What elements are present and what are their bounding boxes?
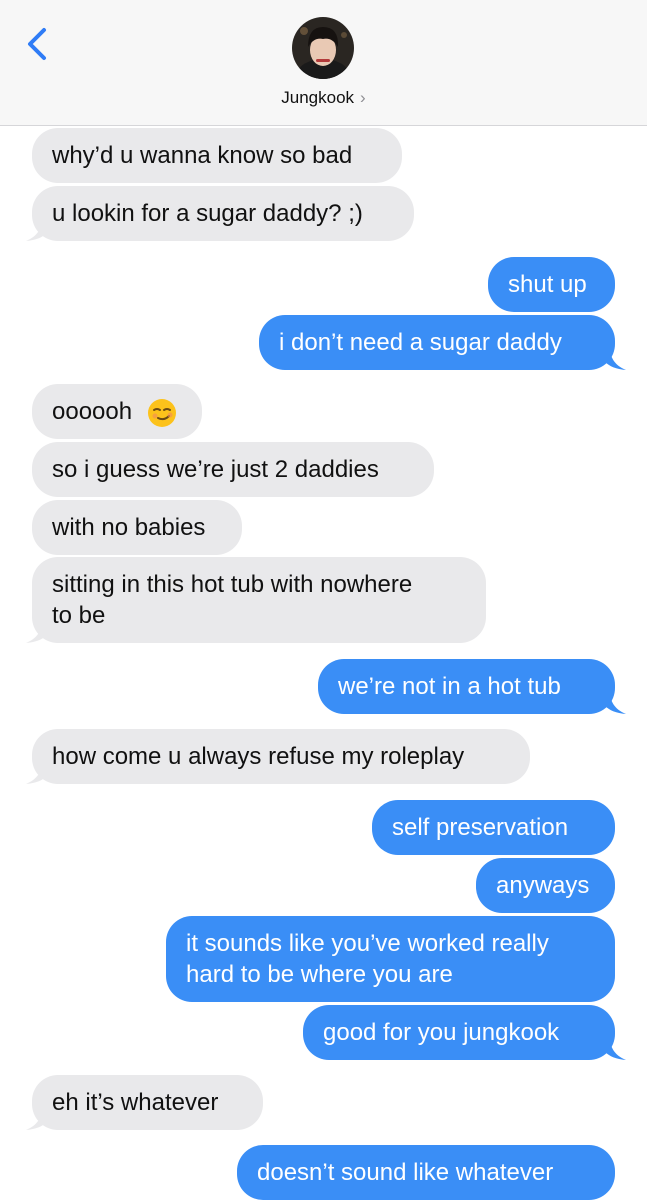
- incoming-bubble-tail: [26, 620, 48, 643]
- message-text-line1: sitting in this hot tub with nowhere: [52, 571, 413, 598]
- message-bubble-outgoing[interactable]: we’re not in a hot tub: [318, 659, 615, 714]
- message-bubble-outgoing[interactable]: doesn’t sound like whatever: [237, 1145, 615, 1200]
- outgoing-bubble-tail: [604, 691, 626, 714]
- message-text: shut up: [508, 271, 587, 298]
- message-bubble-incoming[interactable]: oooooh: [32, 384, 202, 439]
- incoming-bubble-tail: [26, 218, 48, 241]
- message-bubble-outgoing[interactable]: self preservation: [372, 800, 615, 855]
- message-bubble-incoming[interactable]: with no babies: [32, 500, 242, 555]
- message-text: i don’t need a sugar daddy: [279, 329, 562, 356]
- message-bubble-outgoing[interactable]: anyways: [476, 858, 615, 913]
- message-text: with no babies: [52, 514, 206, 541]
- chevron-left-icon[interactable]: [22, 24, 52, 64]
- incoming-bubble-tail: [26, 761, 48, 784]
- contact-name: Jungkook: [281, 88, 355, 107]
- message-bubble-incoming[interactable]: eh it’s whatever: [32, 1075, 263, 1130]
- message-bubble-outgoing[interactable]: i don’t need a sugar daddy: [259, 315, 615, 370]
- message-bubble-outgoing[interactable]: good for you jungkook: [303, 1005, 615, 1060]
- message-bubble-outgoing[interactable]: shut up: [488, 257, 615, 312]
- message-text: why’d u wanna know so bad: [52, 142, 353, 169]
- chevron-right-icon: ›: [360, 88, 366, 107]
- message-bubble-incoming[interactable]: sitting in this hot tub with nowhere to …: [32, 557, 486, 643]
- message-bubble-incoming[interactable]: u lookin for a sugar daddy? ;): [32, 186, 414, 241]
- message-bubble-incoming[interactable]: why’d u wanna know so bad: [32, 128, 402, 183]
- outgoing-bubble-tail: [604, 1037, 626, 1060]
- message-text: eh it’s whatever: [52, 1089, 219, 1116]
- message-text: oooooh: [52, 398, 133, 425]
- message-text: anyways: [496, 872, 590, 899]
- message-text-line1: it sounds like you’ve worked really: [186, 930, 549, 957]
- message-bubble-outgoing[interactable]: it sounds like you’ve worked really hard…: [166, 916, 615, 1002]
- smirking-face-emoji: [147, 398, 176, 427]
- message-bubble-incoming[interactable]: how come u always refuse my roleplay: [32, 729, 530, 784]
- outgoing-bubble-tail: [604, 347, 626, 370]
- conversation-header: Jungkook ›: [0, 0, 647, 126]
- message-text: how come u always refuse my roleplay: [52, 743, 465, 770]
- incoming-bubble-tail: [26, 1107, 48, 1130]
- contact-avatar[interactable]: [292, 17, 354, 79]
- message-text: self preservation: [392, 814, 569, 841]
- message-text: u lookin for a sugar daddy? ;): [52, 200, 363, 227]
- message-text: doesn’t sound like whatever: [257, 1159, 554, 1186]
- message-text: we’re not in a hot tub: [338, 673, 561, 700]
- message-bubble-incoming[interactable]: so i guess we’re just 2 daddies: [32, 442, 434, 497]
- message-text-line2: hard to be where you are: [186, 961, 453, 988]
- message-text: so i guess we’re just 2 daddies: [52, 456, 379, 483]
- message-text-line2: to be: [52, 602, 106, 629]
- message-text: good for you jungkook: [323, 1019, 560, 1046]
- contact-name-row[interactable]: Jungkook ›: [0, 86, 647, 110]
